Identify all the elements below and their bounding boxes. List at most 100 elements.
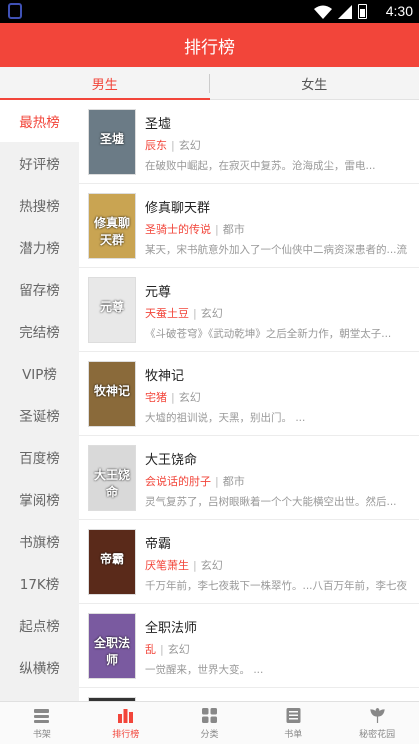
nav-label: 排行榜 <box>112 729 140 740</box>
sidebar-item-label: 热搜榜 <box>19 199 60 215</box>
sidebar-item-label: 圣诞榜 <box>19 409 60 425</box>
nav-label: 分类 <box>200 729 219 740</box>
sidebar-item-label: 掌阅榜 <box>19 493 60 509</box>
ranking-icon <box>118 708 134 723</box>
book-cover: 圣墟 <box>88 109 136 175</box>
book-cover: 帝霸 <box>88 529 136 595</box>
bottom-nav: 书架 排行榜 分类 书单 秘密花园 <box>0 701 419 744</box>
sidebar-item-potential[interactable]: 潜力榜 <box>0 226 79 268</box>
status-time: 4:30 <box>385 3 413 19</box>
list-item[interactable]: 圣墟 圣墟 辰东 | 玄幻 在破败中崛起，在寂灭中复苏。沧海成尘，雷电... <box>79 100 419 184</box>
book-meta: 宅猪 | 玄幻 <box>145 391 201 404</box>
book-description: 某天，宋书航意外加入了一个仙侠中二病资深患者的...流 <box>145 244 407 256</box>
book-title: 大王饶命 <box>145 453 198 468</box>
sidebar-item-zongheng[interactable]: 纵横榜 <box>0 646 79 688</box>
book-meta: 圣骑士的传说 | 都市 <box>145 223 245 236</box>
sidebar-item-label: 百度榜 <box>19 451 60 467</box>
tab-divider <box>209 74 210 93</box>
sidebar-item-qidian[interactable]: 起点榜 <box>0 604 79 646</box>
book-author: 辰东 <box>145 139 167 152</box>
book-title: 牧神记 <box>145 369 185 384</box>
sidebar-item-baidu[interactable]: 百度榜 <box>0 436 79 478</box>
cover-title: 帝霸 <box>99 552 124 566</box>
tab-male[interactable]: 男生 <box>0 67 210 100</box>
sidebar-item-finished[interactable]: 完结榜 <box>0 310 79 352</box>
nav-label: 书单 <box>284 729 303 740</box>
cover-title: 大王饶命 <box>93 468 130 499</box>
signal-icon <box>338 4 352 19</box>
book-author: 会说话的肘子 <box>145 475 211 488</box>
book-author: 厌笔萧生 <box>145 559 189 572</box>
list-item[interactable]: 牧神记 牧神记 宅猪 | 玄幻 大墟的祖训说，天黑，别出门。 ... <box>79 352 419 436</box>
sidebar-item-label: VIP榜 <box>22 367 57 383</box>
book-list: 圣墟 圣墟 辰东 | 玄幻 在破败中崛起，在寂灭中复苏。沧海成尘，雷电... 修真聊… <box>79 100 419 701</box>
sidebar-item-label: 起点榜 <box>19 619 60 635</box>
sidebar-item-label: 潜力榜 <box>19 241 60 257</box>
book-title: 帝霸 <box>145 537 172 552</box>
tab-female[interactable]: 女生 <box>210 67 419 99</box>
nav-booklist[interactable]: 书单 <box>251 702 335 744</box>
book-genre: 玄幻 <box>178 391 201 404</box>
book-description: 大墟的祖训说，天黑，别出门。 ... <box>145 412 306 424</box>
book-author: 乱 <box>145 643 156 656</box>
sidebar-item-shuqi[interactable]: 书旗榜 <box>0 520 79 562</box>
list-item[interactable]: 帝霸 帝霸 厌笔萧生 | 玄幻 千万年前，李七夜栽下一株翠竹。...八百万年前，李七… <box>79 520 419 604</box>
bookshelf-icon <box>34 708 50 723</box>
sidebar-item-christmas[interactable]: 圣诞榜 <box>0 394 79 436</box>
book-description: 千万年前，李七夜栽下一株翠竹。...八百万年前，李七夜 <box>145 580 407 592</box>
cover-title: 牧神记 <box>93 384 130 398</box>
sidebar-item-search[interactable]: 热搜榜 <box>0 184 79 226</box>
sidebar-item-label: 纵横榜 <box>19 661 60 677</box>
booklist-icon <box>286 707 301 723</box>
nav-label: 书架 <box>32 729 51 740</box>
book-genre: 都市 <box>222 475 245 488</box>
book-genre: 玄幻 <box>167 643 190 656</box>
sidebar-item-label: 好评榜 <box>19 157 60 173</box>
nav-garden[interactable]: 秘密花园 <box>335 702 419 744</box>
book-author: 圣骑士的传说 <box>145 223 211 236</box>
list-item[interactable]: 全职法师 全职法师 乱 | 玄幻 一觉醒来，世界大变。 ... <box>79 604 419 688</box>
sidebar-item-17k[interactable]: 17K榜 <box>0 562 79 604</box>
sidebar-item-zhangyue[interactable]: 掌阅榜 <box>0 478 79 520</box>
sidebar-item-praise[interactable]: 好评榜 <box>0 142 79 184</box>
wifi-icon <box>314 5 332 19</box>
garden-icon <box>369 707 385 723</box>
sidebar-item-label: 留存榜 <box>19 283 60 299</box>
sidebar-item-retention[interactable]: 留存榜 <box>0 268 79 310</box>
nav-category[interactable]: 分类 <box>168 702 252 744</box>
book-meta: 辰东 | 玄幻 <box>145 139 201 152</box>
book-genre: 都市 <box>222 223 245 236</box>
book-cover: 修真聊天群 <box>88 193 136 259</box>
list-item[interactable] <box>79 688 419 701</box>
tab-label: 男生 <box>91 77 118 93</box>
sidebar-item-label: 最热榜 <box>19 115 60 131</box>
book-title: 全职法师 <box>145 621 198 636</box>
cover-title: 元尊 <box>99 300 124 314</box>
page-title: 排行榜 <box>184 37 235 58</box>
sidebar-item-label: 书旗榜 <box>19 535 60 551</box>
book-meta: 天蚕土豆 | 玄幻 <box>145 307 223 320</box>
book-genre: 玄幻 <box>200 307 223 320</box>
book-description: 在破败中崛起，在寂灭中复苏。沧海成尘，雷电... <box>145 160 376 172</box>
sidebar-item-hot[interactable]: 最热榜 <box>0 100 79 142</box>
book-title: 元尊 <box>145 285 172 300</box>
book-description: 一觉醒来，世界大变。 ... <box>145 664 264 676</box>
cover-title: 全职法师 <box>93 636 130 667</box>
book-description: 《斗破苍穹》《武动乾坤》之后全新力作，朝堂太子... <box>145 328 392 340</box>
category-icon <box>201 707 217 723</box>
book-cover: 牧神记 <box>88 361 136 427</box>
book-genre: 玄幻 <box>178 139 201 152</box>
nav-ranking[interactable]: 排行榜 <box>84 702 168 744</box>
list-item[interactable]: 修真聊天群 修真聊天群 圣骑士的传说 | 都市 某天，宋书航意外加入了一个仙侠中二病… <box>79 184 419 268</box>
nav-label: 秘密花园 <box>359 729 396 740</box>
ranking-sidebar: 最热榜 好评榜 热搜榜 潜力榜 留存榜 完结榜 VIP榜 圣诞榜 百度榜 掌阅榜… <box>0 100 79 701</box>
list-item[interactable]: 大王饶命 大王饶命 会说话的肘子 | 都市 灵气复苏了，吕树眼瞅着一个个大能横空出世… <box>79 436 419 520</box>
sidebar-item-vip[interactable]: VIP榜 <box>0 352 79 394</box>
book-meta: 会说话的肘子 | 都市 <box>145 475 245 488</box>
book-meta: 厌笔萧生 | 玄幻 <box>145 559 223 572</box>
status-bar: 4:30 <box>0 0 419 23</box>
book-cover: 元尊 <box>88 277 136 343</box>
list-item[interactable]: 元尊 元尊 天蚕土豆 | 玄幻 《斗破苍穹》《武动乾坤》之后全新力作，朝堂太子... <box>79 268 419 352</box>
page-title-bar: 排行榜 <box>0 23 419 67</box>
nav-bookshelf[interactable]: 书架 <box>0 702 84 744</box>
